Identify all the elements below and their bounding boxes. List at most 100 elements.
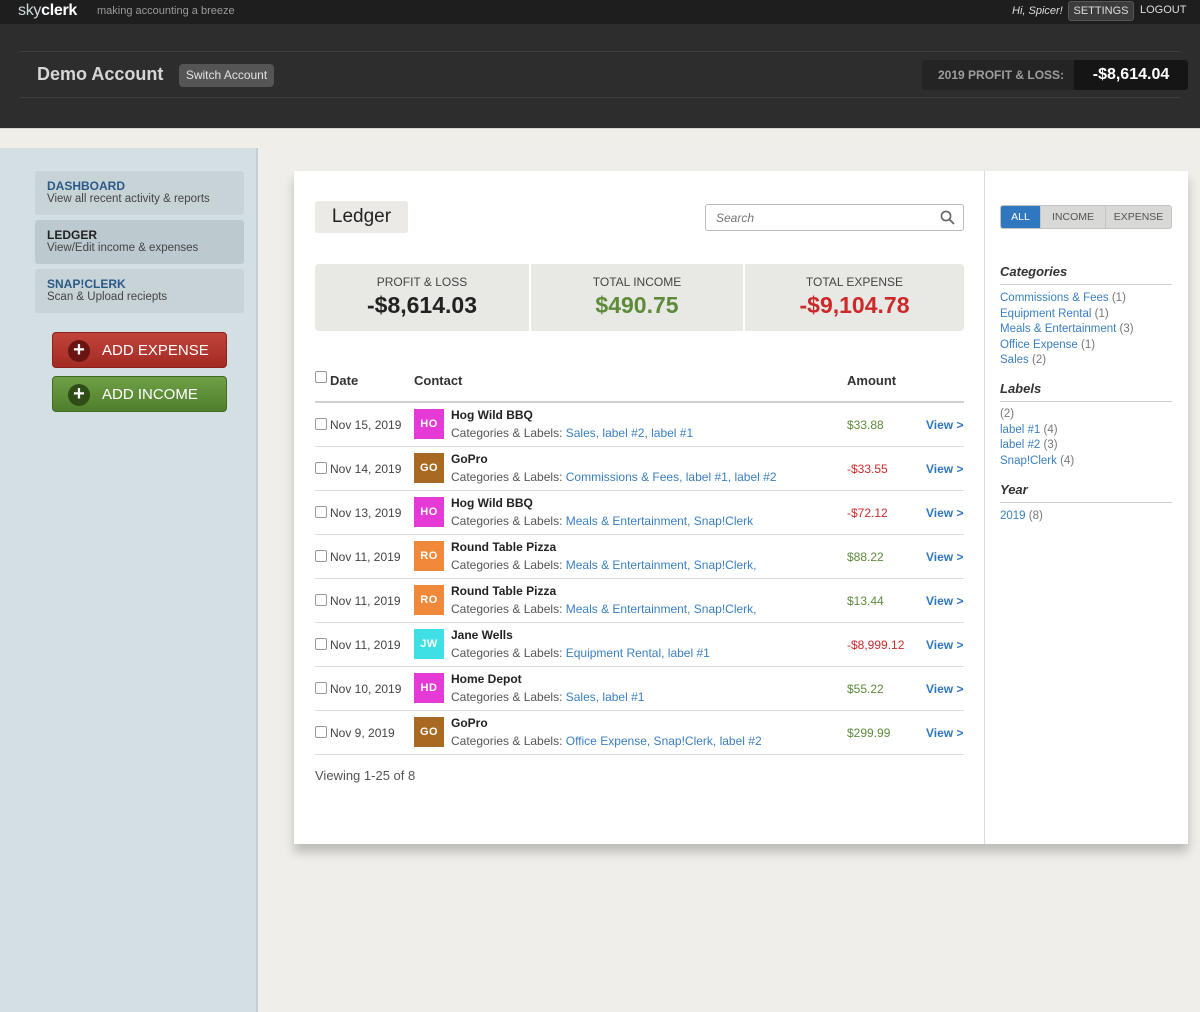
view-link[interactable]: View > <box>926 726 963 740</box>
table-row[interactable]: Nov 15, 2019 HO Hog Wild BBQ Categories & L… <box>315 403 964 447</box>
contact-name[interactable]: Round Table Pizza <box>451 540 556 554</box>
year-filter-item-name[interactable]: 2019 <box>1000 510 1026 522</box>
plus-icon: + <box>68 340 90 362</box>
label-filter-item[interactable]: label #2 (3) <box>1000 438 1074 454</box>
label-filter-item-name[interactable]: label #1 <box>1000 424 1040 436</box>
category-filter-item[interactable]: Sales (2) <box>1000 353 1134 369</box>
table-row[interactable]: Nov 10, 2019 HD Home Depot Categories & Lab… <box>315 667 964 711</box>
top-bar: skyclerk making accounting a breeze Hi, … <box>0 0 1200 24</box>
sidebar-item-snapclerk[interactable]: SNAP!CLERK Scan & Upload reciepts <box>35 269 244 313</box>
categories-links[interactable]: Office Expense, Snap!Clerk, label #2 <box>566 734 762 748</box>
column-contact[interactable]: Contact <box>414 373 462 388</box>
label-filter-item-count: (2) <box>1000 408 1015 420</box>
label-filter-item[interactable]: (2) <box>1000 407 1074 423</box>
table-row[interactable]: Nov 11, 2019 RO Round Table Pizza Categorie… <box>315 579 964 623</box>
categories-links[interactable]: Sales, label #1 <box>566 690 645 704</box>
table-row[interactable]: Nov 9, 2019 GO GoPro Categories & Labels: O… <box>315 711 964 755</box>
row-checkbox[interactable] <box>315 550 327 562</box>
stat-profit-loss: PROFIT & LOSS -$8,614.03 <box>315 264 529 331</box>
row-amount: -$72.12 <box>847 506 888 520</box>
categories-links[interactable]: Commissions & Fees, label #1, label #2 <box>566 470 777 484</box>
row-checkbox[interactable] <box>315 418 327 430</box>
label-filter-item-name[interactable]: label #2 <box>1000 439 1040 451</box>
row-date: Nov 15, 2019 <box>330 418 402 432</box>
add-income-button[interactable]: + ADD INCOME <box>52 376 227 412</box>
view-link[interactable]: View > <box>926 462 963 476</box>
search-box[interactable] <box>705 204 964 231</box>
categories-links[interactable]: Meals & Entertainment, Snap!Clerk <box>566 514 753 528</box>
table-row[interactable]: Nov 14, 2019 GO GoPro Categories & Labels: … <box>315 447 964 491</box>
contact-name[interactable]: Hog Wild BBQ <box>451 408 533 422</box>
year-filter-item-count: (8) <box>1028 510 1043 522</box>
category-filter-item-name[interactable]: Sales <box>1000 354 1029 366</box>
filter-all-button[interactable]: ALL <box>1001 206 1040 228</box>
category-filter-item[interactable]: Office Expense (1) <box>1000 338 1134 354</box>
row-checkbox[interactable] <box>315 506 327 518</box>
row-checkbox[interactable] <box>315 462 327 474</box>
categories-heading: Categories <box>1000 264 1172 285</box>
contact-name[interactable]: Hog Wild BBQ <box>451 496 533 510</box>
table-row[interactable]: Nov 11, 2019 JW Jane Wells Categories & Lab… <box>315 623 964 667</box>
year-filter-item[interactable]: 2019 (8) <box>1000 509 1043 525</box>
category-filter-item[interactable]: Commissions & Fees (1) <box>1000 291 1134 307</box>
category-filter-item[interactable]: Equipment Rental (1) <box>1000 307 1134 323</box>
categories-links[interactable]: Sales, label #2, label #1 <box>566 426 693 440</box>
logout-link[interactable]: LOGOUT <box>1140 4 1186 16</box>
search-input[interactable] <box>716 209 926 227</box>
label-filter-item[interactable]: label #1 (4) <box>1000 423 1074 439</box>
stat-label: PROFIT & LOSS <box>376 275 468 289</box>
contact-name[interactable]: GoPro <box>451 716 488 730</box>
sidebar-item-ledger[interactable]: LEDGER View/Edit income & expenses <box>35 220 244 264</box>
categories-links[interactable]: Equipment Rental, label #1 <box>566 646 710 660</box>
category-filter-item[interactable]: Meals & Entertainment (3) <box>1000 322 1134 338</box>
stat-label: TOTAL INCOME <box>592 275 682 289</box>
column-amount[interactable]: Amount <box>847 373 896 388</box>
contact-avatar: GO <box>414 453 444 483</box>
panel-divider <box>984 171 985 844</box>
contact-name[interactable]: Jane Wells <box>451 628 513 642</box>
column-date[interactable]: Date <box>330 373 358 388</box>
categories-links[interactable]: Meals & Entertainment, Snap!Clerk, <box>566 558 757 572</box>
row-categories: Categories & Labels: Meals & Entertainme… <box>451 602 757 616</box>
view-link[interactable]: View > <box>926 682 963 696</box>
category-filter-item-name[interactable]: Meals & Entertainment <box>1000 323 1116 335</box>
settings-button[interactable]: SETTINGS <box>1068 1 1134 21</box>
stat-label: TOTAL EXPENSE <box>805 275 904 289</box>
sidebar-item-dashboard[interactable]: DASHBOARD View all recent activity & rep… <box>35 171 244 215</box>
filter-income-button[interactable]: INCOME <box>1040 206 1105 228</box>
table-row[interactable]: Nov 13, 2019 HO Hog Wild BBQ Categories & L… <box>315 491 964 535</box>
contact-name[interactable]: Round Table Pizza <box>451 584 556 598</box>
category-filter-item-name[interactable]: Office Expense <box>1000 339 1078 351</box>
category-filter-item-name[interactable]: Equipment Rental <box>1000 308 1091 320</box>
view-link[interactable]: View > <box>926 638 963 652</box>
row-checkbox[interactable] <box>315 682 327 694</box>
category-filter-item-name[interactable]: Commissions & Fees <box>1000 292 1109 304</box>
row-date: Nov 9, 2019 <box>330 726 395 740</box>
row-checkbox[interactable] <box>315 638 327 650</box>
view-link[interactable]: View > <box>926 418 963 432</box>
sidebar-item-subtitle: View all recent activity & reports <box>47 193 210 205</box>
add-expense-button[interactable]: + ADD EXPENSE <box>52 332 227 368</box>
filter-expense-button[interactable]: EXPENSE <box>1105 206 1171 228</box>
select-all-checkbox[interactable] <box>315 371 327 383</box>
label-filter-item[interactable]: Snap!Clerk (4) <box>1000 454 1074 470</box>
page-title: Ledger <box>315 201 408 233</box>
search-icon[interactable] <box>940 210 955 230</box>
contact-avatar: GO <box>414 717 444 747</box>
view-link[interactable]: View > <box>926 506 963 520</box>
row-checkbox[interactable] <box>315 726 327 738</box>
switch-account-button[interactable]: Switch Account <box>179 64 274 87</box>
stat-total-income: TOTAL INCOME $490.75 <box>529 264 743 331</box>
categories-prefix: Categories & Labels: <box>451 690 566 704</box>
row-checkbox[interactable] <box>315 594 327 606</box>
categories-prefix: Categories & Labels: <box>451 514 566 528</box>
view-link[interactable]: View > <box>926 550 963 564</box>
table-row[interactable]: Nov 11, 2019 RO Round Table Pizza Categorie… <box>315 535 964 579</box>
label-filter-item-name[interactable]: Snap!Clerk <box>1000 455 1057 467</box>
contact-name[interactable]: Home Depot <box>451 672 522 686</box>
profit-loss-summary: 2019 PROFIT & LOSS: -$8,614.04 <box>922 60 1188 90</box>
contact-name[interactable]: GoPro <box>451 452 488 466</box>
view-link[interactable]: View > <box>926 594 963 608</box>
categories-links[interactable]: Meals & Entertainment, Snap!Clerk, <box>566 602 757 616</box>
app-logo[interactable]: skyclerk <box>18 2 77 20</box>
